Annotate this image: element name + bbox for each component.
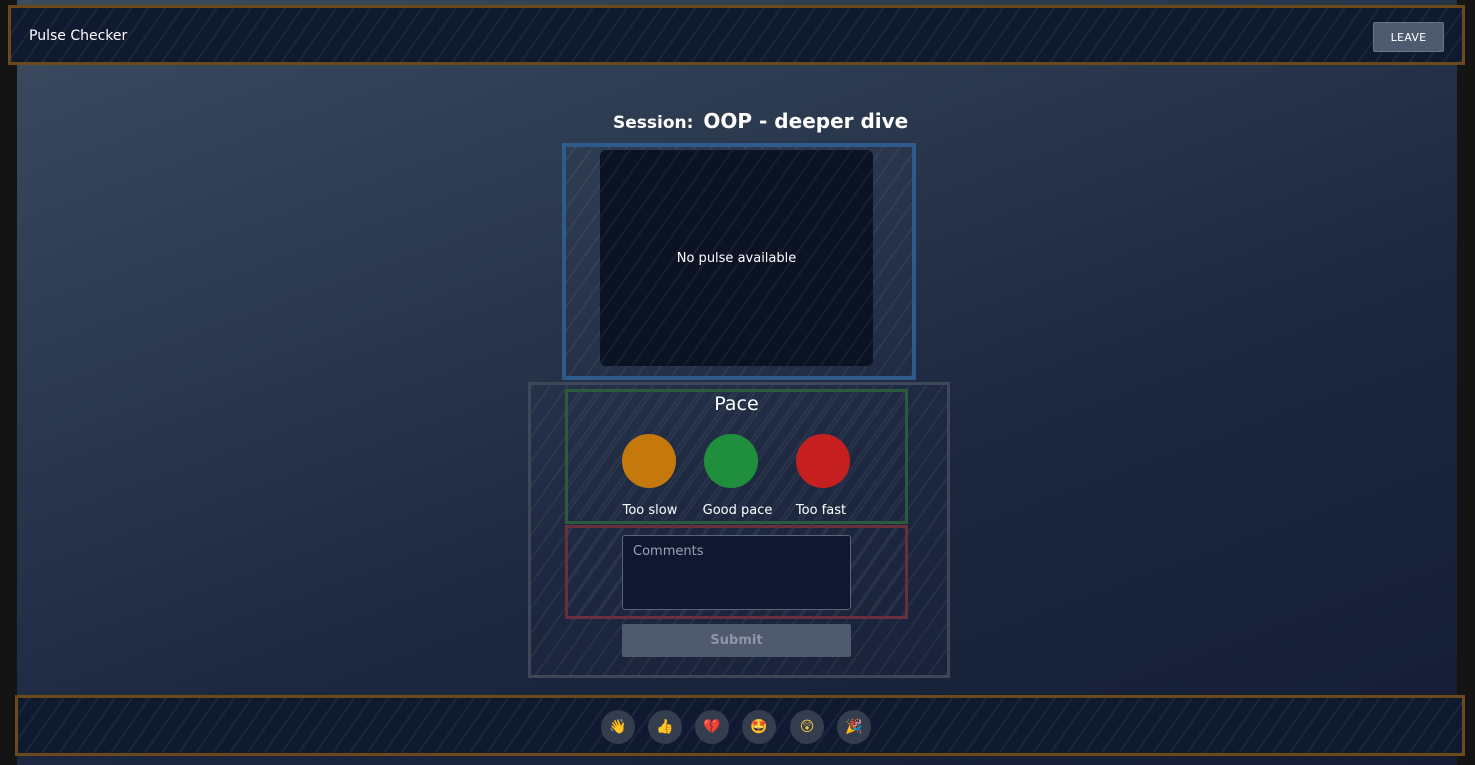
pace-too-fast-button[interactable] [796,434,850,488]
astonished-face-icon[interactable]: 😲 [790,710,824,744]
party-popper-icon[interactable]: 🎉 [837,710,871,744]
app-title: Pulse Checker [29,28,128,44]
comments-input[interactable] [622,535,851,610]
waving-hand-icon[interactable]: 👋 [601,710,635,744]
pace-too-slow-label: Too slow [622,503,678,518]
pace-too-fast-label: Too fast [795,503,847,518]
pace-too-slow-button[interactable] [622,434,676,488]
submit-button[interactable]: Submit [622,624,851,657]
session-heading: Session: OOP - deeper dive [613,109,908,133]
pace-good-label: Good pace [702,503,773,518]
pace-title: Pace [714,393,759,415]
pace-good-button[interactable] [704,434,758,488]
reactions-bar [15,695,1465,756]
session-name: OOP - deeper dive [703,109,909,133]
leave-button[interactable]: LEAVE [1373,22,1444,52]
star-struck-icon[interactable]: 🤩 [742,710,776,744]
session-label: Session: [613,113,694,133]
broken-heart-icon[interactable]: 💔 [695,710,729,744]
thumbs-up-icon[interactable]: 👍 [648,710,682,744]
pulse-display: No pulse available [600,150,873,366]
no-pulse-message: No pulse available [676,250,797,266]
header-bar: Pulse Checker LEAVE [8,5,1465,65]
